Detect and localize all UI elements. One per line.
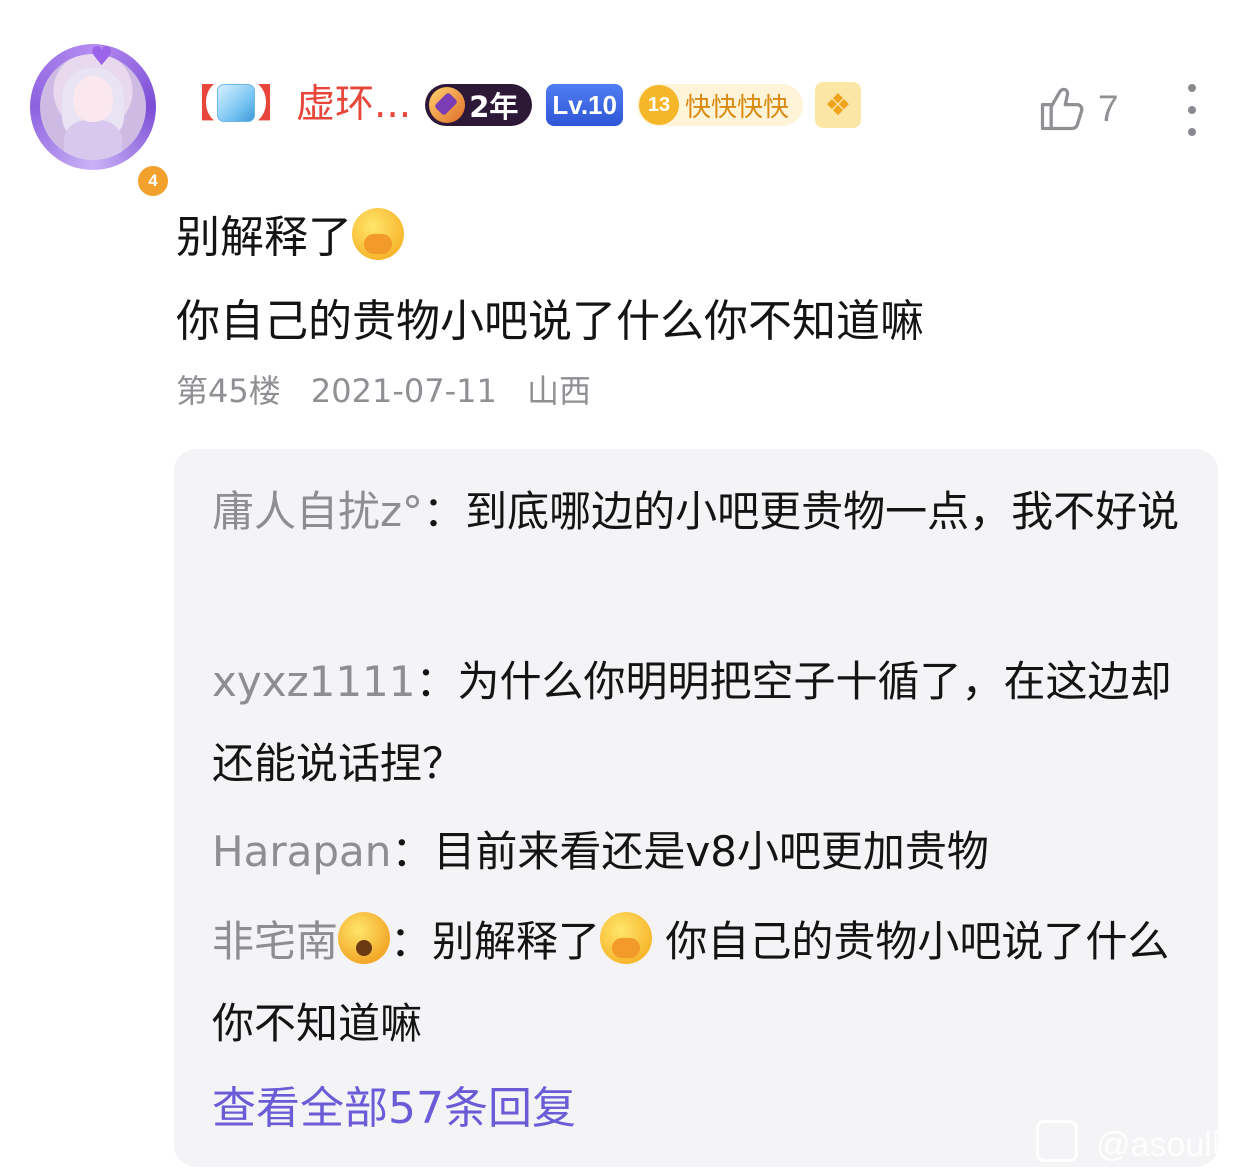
floor-number: 第45楼 bbox=[176, 372, 281, 410]
fan-group-label: 快快快快 bbox=[684, 92, 789, 123]
hand-over-mouth-emoji bbox=[352, 208, 404, 260]
view-all-replies-link[interactable]: 查看全部57条回复 bbox=[212, 1073, 576, 1145]
reply-author[interactable]: Harapan bbox=[212, 827, 391, 876]
reply-item[interactable]: 庸人自扰z°：到底哪边的小吧更贵物一点，我不好说 bbox=[212, 471, 1192, 553]
post-content: 别解释了 你自己的贵物小吧说了什么你不知道嘛 bbox=[176, 196, 1176, 364]
reply-text: 目前来看还是v8小吧更加贵物 bbox=[433, 827, 989, 876]
reply-text: 到底哪边的小吧更贵物一点，我不好说 bbox=[465, 487, 1180, 536]
more-vertical-icon[interactable] bbox=[1178, 84, 1206, 136]
thumbs-up-icon bbox=[1040, 87, 1084, 131]
username[interactable]: 【】虚环... bbox=[176, 80, 411, 130]
like-button[interactable]: 7 bbox=[1036, 82, 1119, 136]
reply-item[interactable]: xyxz1111：为什么你明明把空子十循了，在这边却还能说话捏？ bbox=[212, 641, 1192, 805]
member-years-badge: 2年 bbox=[425, 84, 533, 126]
tieba-logo-icon bbox=[1036, 1120, 1078, 1162]
reply-author[interactable]: 非宅南 bbox=[212, 912, 391, 966]
avatar[interactable]: ♥ 4 bbox=[30, 42, 170, 198]
reply-item[interactable]: Harapan：目前来看还是v8小吧更加贵物 bbox=[212, 811, 1192, 893]
reply-author[interactable]: xyxz1111 bbox=[212, 657, 416, 706]
reply-preview: 庸人自扰z°：到底哪边的小吧更贵物一点，我不好说 xyxz1111：为什么你明明… bbox=[174, 449, 1218, 1167]
user-header: 【】虚环... 2年 Lv.10 13 快快快快 ❖ bbox=[176, 80, 861, 130]
bow-icon: ♥ bbox=[90, 42, 114, 72]
watermark: @asoul吧 bbox=[1036, 1118, 1246, 1164]
hand-over-mouth-emoji bbox=[600, 912, 653, 964]
content-line: 别解释了 bbox=[176, 196, 1176, 280]
gem-icon bbox=[429, 87, 466, 123]
reply-author[interactable]: 庸人自扰z° bbox=[212, 487, 423, 536]
screaming-face-emoji bbox=[338, 912, 391, 964]
post-meta: 第45楼 2021-07-11 山西 bbox=[176, 368, 611, 414]
reply-item[interactable]: 非宅南 ：别解释了 你自己的贵物小吧说了什么你不知道嘛 bbox=[212, 901, 1192, 1065]
level-badge: Lv.10 bbox=[546, 84, 623, 126]
content-line: 你自己的贵物小吧说了什么你不知道嘛 bbox=[176, 296, 924, 347]
ice-cube-icon bbox=[217, 84, 256, 122]
post-date: 2021-07-11 bbox=[310, 372, 497, 410]
fan-level-number: 13 bbox=[638, 85, 679, 125]
fan-group-badge: 13 快快快快 bbox=[636, 84, 803, 126]
post-location: 山西 bbox=[527, 372, 592, 410]
avatar-level-badge: 4 bbox=[136, 164, 170, 198]
shield-badge-icon: ❖ bbox=[814, 82, 861, 128]
like-count: 7 bbox=[1098, 88, 1119, 129]
